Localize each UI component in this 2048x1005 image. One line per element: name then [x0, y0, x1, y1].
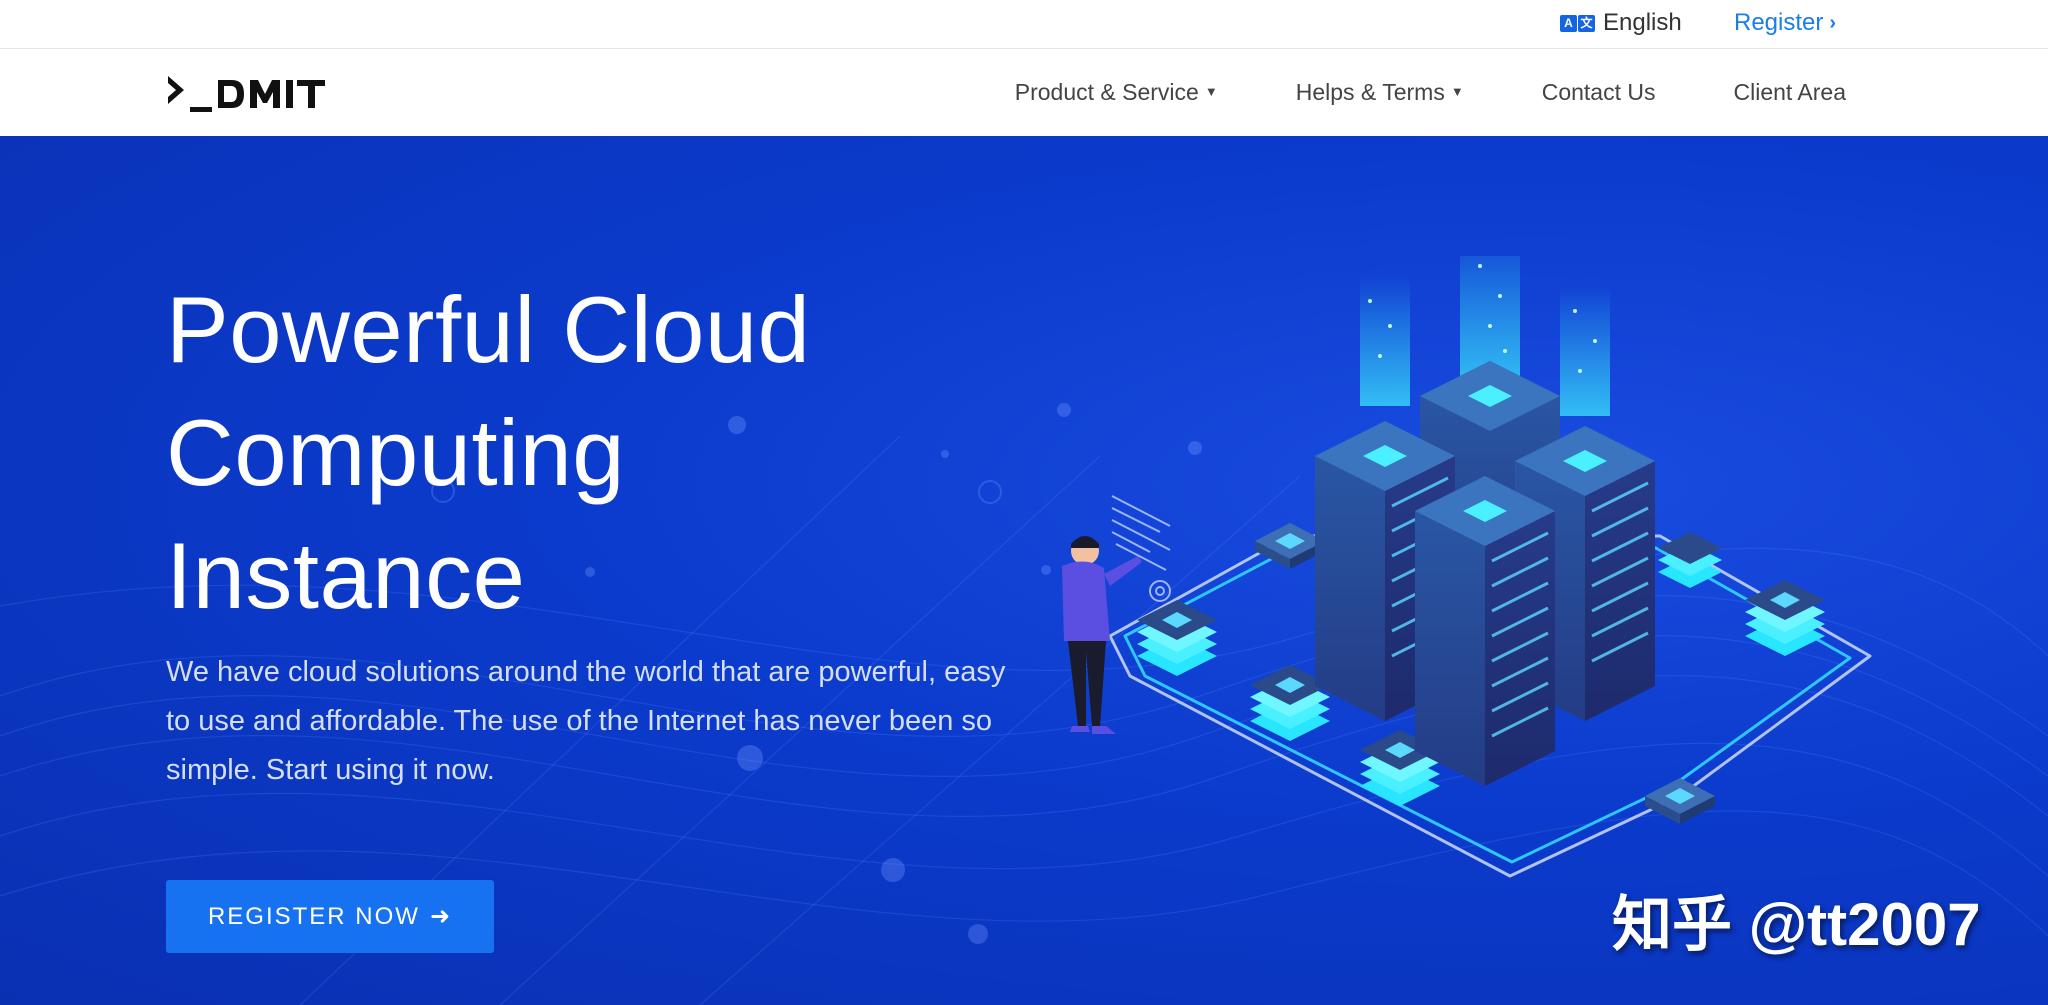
language-selector[interactable]: A 文 English — [1560, 8, 1682, 38]
nav-item-label: Helps & Terms — [1295, 79, 1445, 105]
chevron-down-icon: ▼ — [1450, 84, 1464, 99]
hologram-panel — [1111, 495, 1171, 602]
register-link[interactable]: Register › — [1734, 8, 1836, 38]
translate-icon: A 文 — [1560, 14, 1595, 32]
translate-icon-glyph-zh: 文 — [1578, 14, 1595, 32]
hero-subtitle: We have cloud solutions around the world… — [166, 656, 1006, 786]
main-navbar: Product & Service ▼ Helps & Terms ▼ Cont… — [0, 49, 2048, 136]
hero-section: Powerful Cloud Computing Instance We hav… — [0, 136, 2048, 1005]
hero-title: Powerful Cloud Computing Instance — [166, 268, 926, 637]
register-now-button[interactable]: REGISTER NOW ➜ — [166, 880, 494, 953]
register-now-label: REGISTER NOW — [207, 902, 420, 930]
watermark-text: 知乎 @tt2007 — [1612, 891, 1981, 958]
primary-nav: Product & Service ▼ Helps & Terms ▼ Cont… — [1015, 49, 1846, 136]
dmit-logo[interactable] — [166, 67, 328, 117]
translate-icon-glyph-a: A — [1560, 14, 1577, 32]
nav-item-label: Product & Service — [1014, 79, 1199, 105]
nav-item-label: Client Area — [1733, 79, 1846, 105]
dmit-logo-mark — [168, 76, 325, 112]
language-label: English — [1603, 9, 1682, 36]
arrow-right-icon: ➜ — [429, 903, 453, 930]
hero-title-line: Instance — [166, 523, 526, 628]
register-link-label: Register — [1734, 9, 1824, 36]
nav-item-helps-terms[interactable]: Helps & Terms ▼ — [1296, 79, 1464, 106]
chevron-down-icon: ▼ — [1204, 84, 1218, 99]
nav-item-client-area[interactable]: Client Area — [1733, 79, 1846, 106]
hero-title-line: Powerful Cloud — [166, 277, 811, 382]
isometric-datacenter-illustration — [1062, 256, 1872, 878]
nav-item-contact-us[interactable]: Contact Us — [1542, 79, 1656, 106]
server-tower-front — [1415, 476, 1555, 786]
hero-title-line: Computing — [166, 400, 626, 505]
nav-item-product-service[interactable]: Product & Service ▼ — [1015, 79, 1218, 106]
top-utility-bar: A 文 English Register › — [0, 0, 2048, 49]
nav-item-label: Contact Us — [1541, 79, 1656, 105]
chevron-right-icon: › — [1829, 11, 1837, 34]
